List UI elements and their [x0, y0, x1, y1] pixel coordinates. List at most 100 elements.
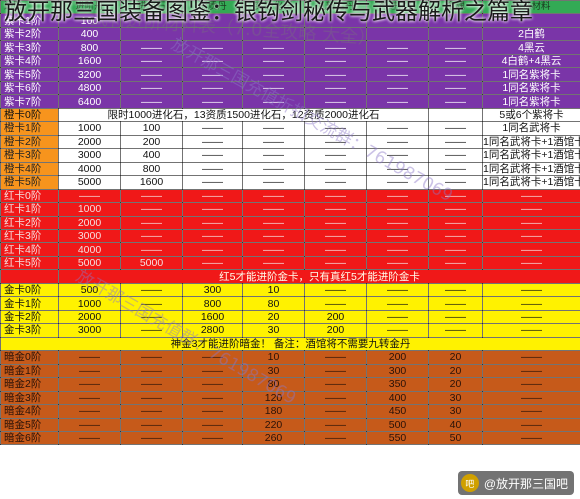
table-cell: ——: [304, 390, 367, 406]
table-row: 暗金0阶 —— —— —— 10 —— 200 20 ——: [0, 350, 580, 365]
table-row: 红5才能进阶金卡，只有真红5才能进阶金卡: [0, 269, 580, 284]
table-cell: 神金3才能进阶暗金！ 备注：酒馆将不需要九转金丹: [0, 336, 580, 352]
table-cell: 1同名紫将卡: [482, 80, 580, 96]
table-cell: 3000: [58, 323, 121, 338]
table-row: 红卡4阶 4000 —— —— —— —— —— —— ——: [0, 242, 580, 257]
table-cell: ——: [304, 296, 367, 311]
table-cell: 2000: [58, 134, 121, 150]
table-cell: ——: [182, 390, 243, 406]
table-cell: 300: [366, 363, 429, 379]
table-cell: ——: [366, 53, 429, 69]
table-cell: ——: [428, 67, 483, 82]
table-cell: 橙卡4阶: [0, 161, 59, 177]
table-cell: ——: [366, 323, 429, 338]
table-cell: ——: [304, 202, 367, 217]
table-cell: 5000: [58, 175, 121, 190]
table-cell: ——: [182, 80, 243, 96]
table-cell: ——: [182, 430, 243, 446]
table-cell: 50: [428, 430, 483, 446]
table-row: 橙卡3阶 3000 400 —— —— —— —— —— 1同名武将卡+1酒馆卡: [0, 148, 580, 163]
table-row: 紫卡6阶 4800 —— —— —— —— —— —— 1同名紫将卡: [0, 80, 580, 96]
table-cell: ——: [242, 148, 305, 163]
table-cell: ——: [304, 67, 367, 82]
table-cell: ——: [58, 417, 121, 433]
table-cell: 橙卡3阶: [0, 148, 59, 163]
table-cell: 30: [242, 323, 305, 338]
table-row: 暗金5阶 —— —— —— 220 —— 500 40 ——: [0, 417, 580, 433]
table-cell: ——: [182, 215, 243, 230]
table-cell: ——: [366, 175, 429, 190]
table-cell: ——: [366, 148, 429, 163]
table-cell: ——: [428, 282, 483, 298]
table-cell: ——: [120, 94, 183, 109]
table-cell: 金卡2阶: [0, 309, 59, 325]
table-cell: 80: [242, 377, 305, 392]
table-cell: ——: [482, 296, 580, 311]
table-cell: ——: [242, 134, 305, 150]
table-cell: ——: [120, 80, 183, 96]
table-row: 神金3才能进阶暗金！ 备注：酒馆将不需要九转金丹: [0, 336, 580, 352]
table-row: 紫卡5阶 3200 —— —— —— —— —— —— 1同名紫将卡: [0, 67, 580, 82]
table-cell: ——: [428, 188, 483, 204]
table-cell: ——: [428, 121, 483, 136]
table-cell: ——: [428, 94, 483, 109]
table-cell: 30: [428, 390, 483, 406]
table-cell: 1同名武将卡+1酒馆卡: [482, 161, 580, 177]
table-cell: ——: [428, 228, 483, 244]
table-cell: ——: [304, 228, 367, 244]
table-cell: 1同名武将卡+1酒馆卡: [482, 148, 580, 163]
table-cell: ——: [304, 350, 367, 365]
table-row: 紫卡4阶 1600 —— —— —— —— —— —— 4白鹤+4黑云: [0, 53, 580, 69]
table-cell: ——: [182, 202, 243, 217]
table-cell: ——: [182, 255, 243, 271]
table-cell: 400: [120, 148, 183, 163]
table-cell: ——: [366, 215, 429, 230]
table-cell: 1000: [58, 202, 121, 217]
table-cell: 2000: [58, 215, 121, 230]
table-cell: 2000: [58, 309, 121, 325]
table-cell: ——: [182, 242, 243, 257]
table-cell: ——: [58, 188, 121, 204]
table-cell: ——: [366, 80, 429, 96]
table-cell: 红卡2阶: [0, 215, 59, 230]
table-cell: ——: [482, 390, 580, 406]
table-cell: 红卡5阶: [0, 255, 59, 271]
table-row: 暗金6阶 —— —— —— 260 —— 550 50 ——: [0, 430, 580, 446]
table-row: 金卡3阶 3000 —— 2800 30 200 —— —— ——: [0, 323, 580, 338]
table-cell: ——: [182, 363, 243, 379]
table-cell: ——: [120, 296, 183, 311]
table-row: 红卡5阶 5000 5000 —— —— —— —— —— ——: [0, 255, 580, 271]
table-cell: 80: [242, 296, 305, 311]
table-cell: 暗金3阶: [0, 390, 59, 406]
table-cell: 暗金4阶: [0, 404, 59, 419]
table-cell: 1600: [58, 53, 121, 69]
table-cell: ——: [58, 404, 121, 419]
table-cell: 1600: [182, 309, 243, 325]
table-cell: 3000: [58, 148, 121, 163]
table-cell: ——: [304, 282, 367, 298]
table-cell: ——: [242, 94, 305, 109]
evolution-materials-table: 进阶 进阶丹 进化石 资质丹 突进化石 九转金丹 神进化石 金魂 特殊材料 紫卡1阶 100 紫卡2阶…: [0, 0, 580, 446]
table-cell: 橙卡5阶: [0, 175, 59, 190]
table-cell: ——: [120, 202, 183, 217]
table-cell: 6400: [58, 94, 121, 109]
table-cell: ——: [182, 188, 243, 204]
table-cell: 暗金6阶: [0, 430, 59, 446]
table-row: 暗金3阶 —— —— —— 120 —— 400 30 ——: [0, 390, 580, 406]
table-cell: 暗金5阶: [0, 417, 59, 433]
table-cell: ——: [304, 363, 367, 379]
table-row: 红卡1阶 1000 —— —— —— —— —— —— ——: [0, 202, 580, 217]
table-cell: ——: [366, 255, 429, 271]
table-cell: ——: [242, 53, 305, 69]
paw-icon: 吧: [460, 474, 479, 492]
table-cell: ——: [366, 94, 429, 109]
table-cell: ——: [304, 161, 367, 177]
table-cell: 30: [428, 404, 483, 419]
table-cell: ——: [304, 188, 367, 204]
table-cell: 紫卡4阶: [0, 53, 59, 69]
table-cell: 200: [304, 323, 367, 338]
table-cell: ——: [482, 242, 580, 257]
table-cell: ——: [428, 296, 483, 311]
table-cell: 2800: [182, 323, 243, 338]
table-cell: 4000: [58, 161, 121, 177]
